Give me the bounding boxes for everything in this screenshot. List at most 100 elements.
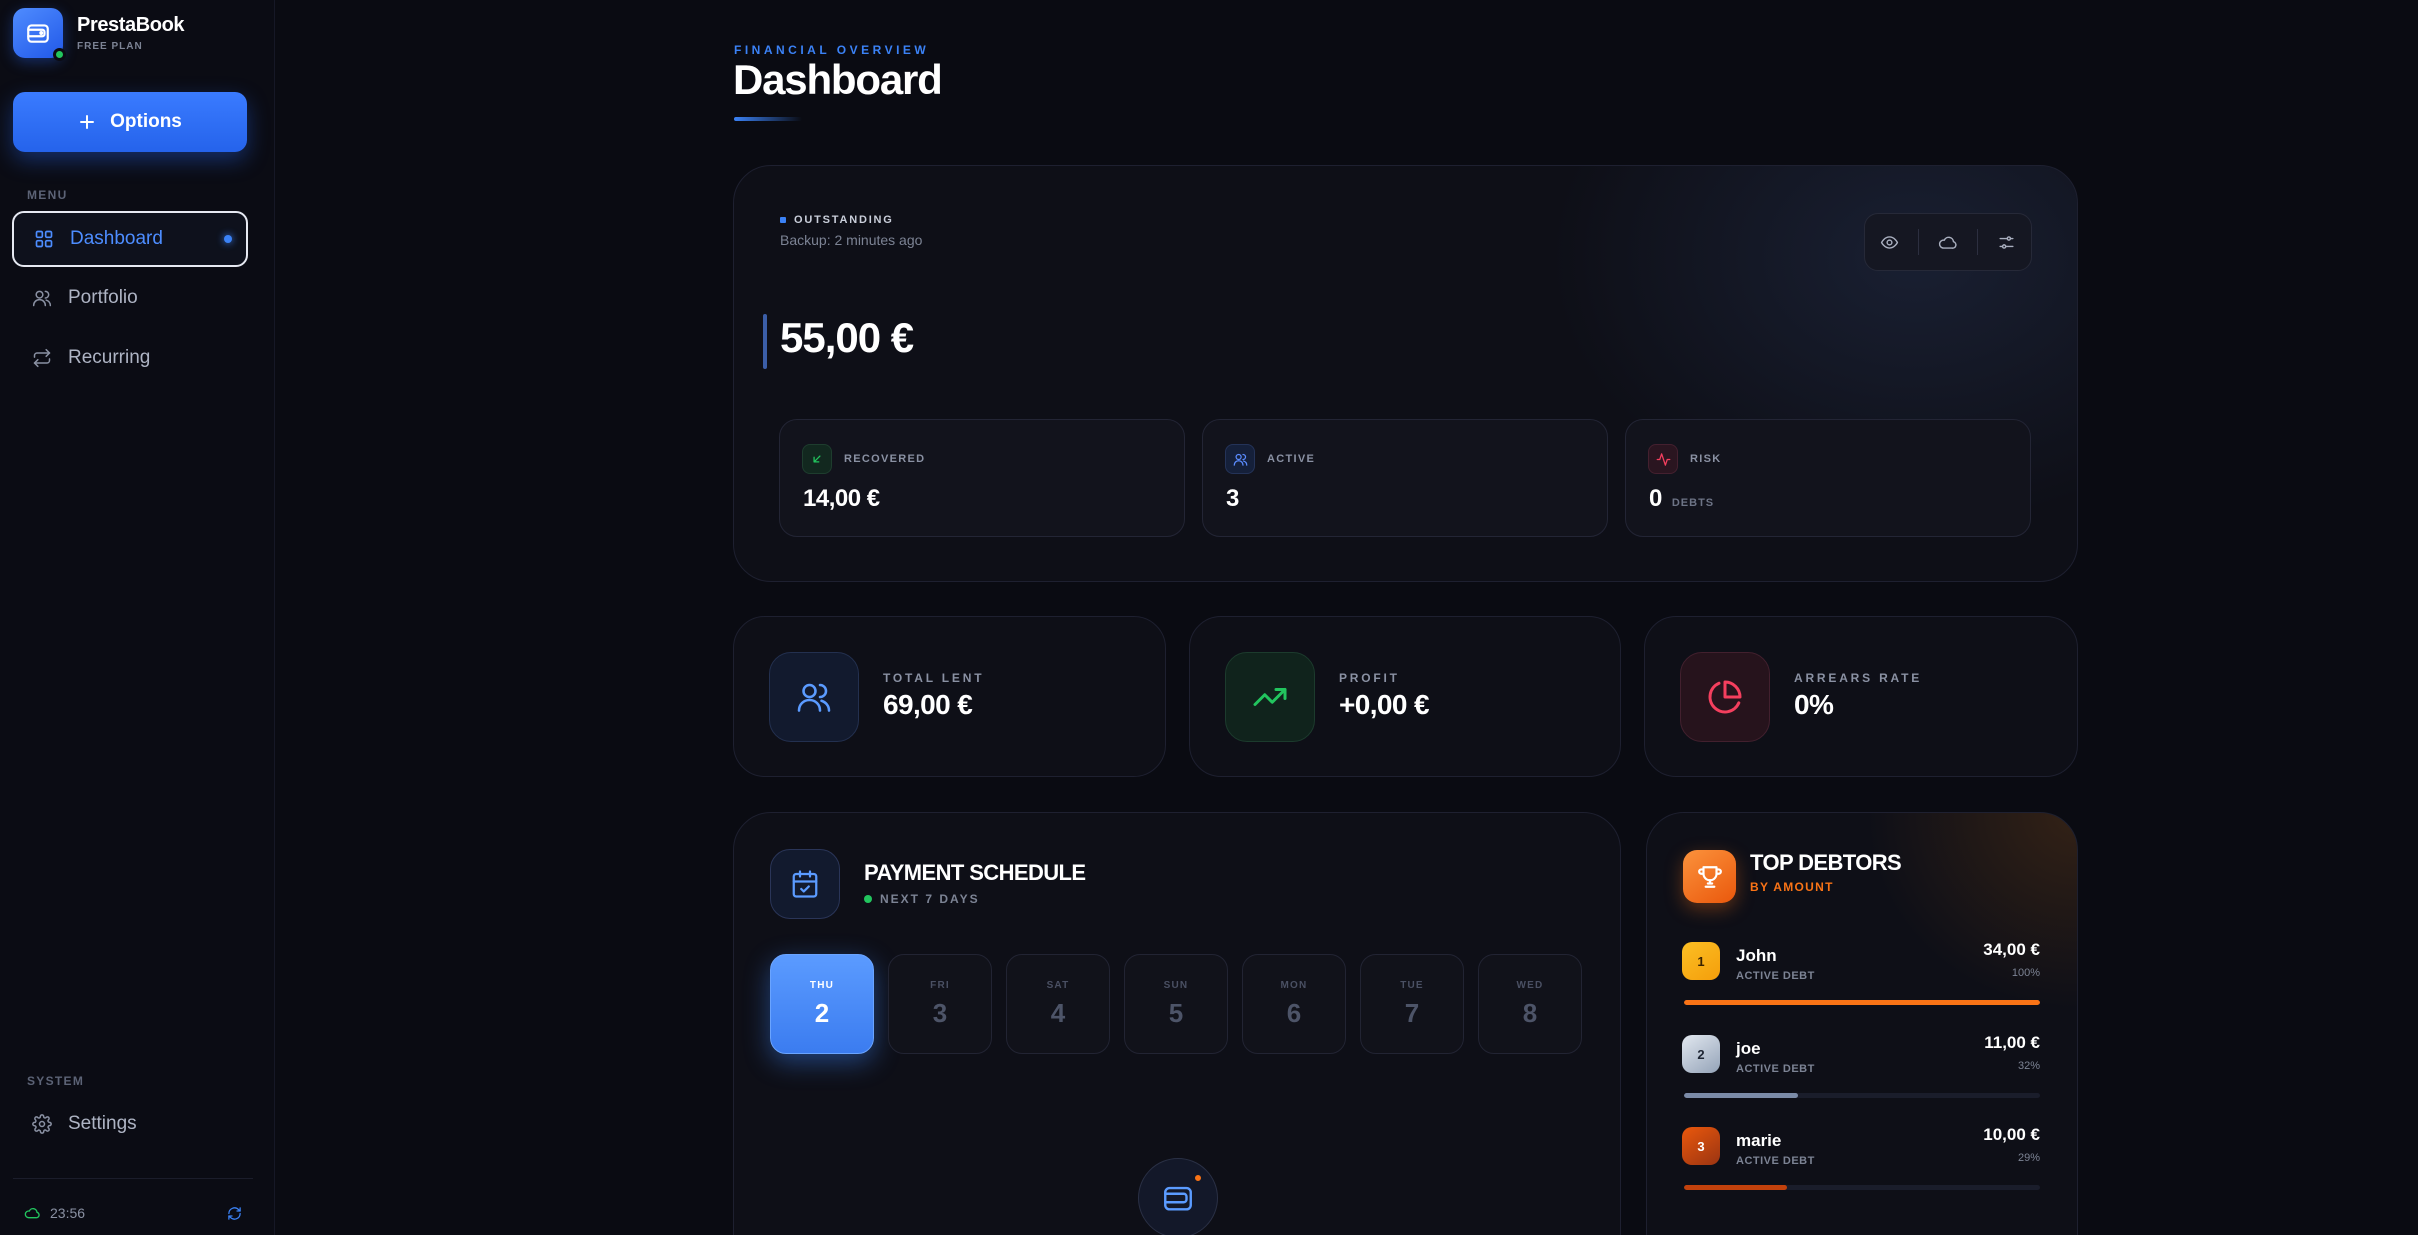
day-tile[interactable]: SAT 4 (1006, 954, 1110, 1054)
stat-label: ARREARS RATE (1794, 671, 1923, 685)
outstanding-amount: 55,00 € (780, 314, 914, 361)
sidebar-item-label: Recurring (68, 347, 151, 368)
system-section-label: SYSTEM (27, 1074, 85, 1088)
rank-badge: 3 (1682, 1127, 1720, 1165)
sliders-icon[interactable] (1987, 222, 2027, 262)
active-value: 3 (1226, 485, 1239, 512)
trophy-icon (1683, 850, 1736, 903)
outstanding-toolbar (1864, 213, 2032, 271)
day-tile[interactable]: THU 2 (770, 954, 874, 1054)
outstanding-card: OUTSTANDING Backup: 2 minutes ago 55,00 … (733, 165, 2078, 582)
debtor-row[interactable]: 3 marie ACTIVE DEBT 10,00 € 29% (1682, 1125, 2040, 1207)
debtor-name: marie (1736, 1131, 1782, 1150)
backup-status: Backup: 2 minutes ago (780, 232, 923, 248)
outstanding-label: OUTSTANDING (780, 214, 894, 226)
options-button-label: Options (110, 111, 182, 132)
grid-icon (34, 229, 54, 249)
sidebar-item-label: Portfolio (68, 287, 138, 308)
recovered-value: 14,00 € (803, 485, 880, 512)
rank-badge: 2 (1682, 1035, 1720, 1073)
stat-label: PROFIT (1339, 671, 1400, 685)
cloud-icon (24, 1205, 40, 1221)
risk-label: RISK (1690, 453, 1722, 465)
sidebar-item-dashboard[interactable]: Dashboard (12, 211, 248, 267)
activity-icon (1648, 444, 1678, 474)
pie-chart-icon (1680, 652, 1770, 742)
active-indicator-dot (224, 235, 232, 243)
wallet-logo-icon (13, 8, 66, 61)
debtor-amount: 11,00 € (1984, 1033, 2040, 1052)
debtor-status: ACTIVE DEBT (1736, 970, 1815, 982)
day-tile[interactable]: MON 6 (1242, 954, 1346, 1054)
debtor-percent: 32% (2017, 1060, 2040, 1072)
rank-badge: 1 (1682, 942, 1720, 980)
debtors-title: TOP DEBTORS (1750, 850, 1902, 875)
options-button[interactable]: Options (13, 92, 247, 152)
schedule-subtitle: NEXT 7 DAYS (864, 892, 980, 906)
cloud-icon[interactable] (1928, 222, 1968, 262)
sync-time: 23:56 (50, 1205, 86, 1221)
active-label: ACTIVE (1267, 453, 1316, 465)
day-tile[interactable]: SUN 5 (1124, 954, 1228, 1054)
repeat-icon (32, 348, 52, 368)
active-tile: ACTIVE 3 (1202, 419, 1608, 537)
stat-label: TOTAL LENT (883, 671, 985, 685)
debtor-name: joe (1736, 1039, 1761, 1058)
top-debtors-card: TOP DEBTORS BY AMOUNT 1 John ACTIVE DEBT… (1646, 812, 2078, 1235)
online-status-dot (53, 48, 66, 61)
sidebar-item-portfolio[interactable]: Portfolio (12, 270, 248, 326)
users-icon (1225, 444, 1255, 474)
brand[interactable]: PrestaBook FREE PLAN (13, 8, 185, 61)
sidebar-item-recurring[interactable]: Recurring (12, 330, 248, 386)
debtor-progress-fill (1684, 1185, 1788, 1190)
risk-value: 0 DEBTS (1649, 485, 1715, 512)
payment-schedule-card: PAYMENT SCHEDULE NEXT 7 DAYS THU 2 FRI 3 S… (733, 812, 1621, 1235)
wallet-icon (1138, 1158, 1218, 1235)
debtor-status: ACTIVE DEBT (1736, 1063, 1815, 1075)
sidebar-footer-divider (13, 1178, 253, 1179)
eye-icon[interactable] (1869, 222, 1909, 262)
arrow-down-left-icon (802, 444, 832, 474)
debtors-subtitle: BY AMOUNT (1750, 880, 1834, 894)
debtor-percent: 100% (2011, 967, 2040, 979)
menu-section-label: MENU (27, 188, 68, 202)
brand-name: PrestaBook (77, 14, 185, 36)
debtor-name: John (1736, 946, 1777, 965)
profit-card: PROFIT +0,00 € (1189, 616, 1621, 777)
stat-value: 69,00 € (883, 689, 973, 720)
brand-plan: FREE PLAN (77, 41, 143, 52)
stat-value: 0% (1794, 689, 1834, 720)
sync-status-row: 23:56 (24, 1205, 242, 1221)
arrears-rate-card: ARREARS RATE 0% (1644, 616, 2078, 777)
debtor-progress-track (1684, 1000, 2040, 1005)
notification-badge (1193, 1173, 1203, 1183)
title-underline (734, 117, 802, 121)
sidebar-item-settings[interactable]: Settings (12, 1096, 248, 1152)
debtor-amount: 10,00 € (1983, 1125, 2040, 1144)
debtor-row[interactable]: 2 joe ACTIVE DEBT 11,00 € 32% (1682, 1033, 2040, 1115)
page-eyebrow: FINANCIAL OVERVIEW (734, 43, 930, 57)
debtor-progress-fill (1684, 1093, 1798, 1098)
debtor-percent: 29% (2017, 1152, 2040, 1164)
day-tile[interactable]: WED 8 (1478, 954, 1582, 1054)
debtor-progress-track (1684, 1185, 2040, 1190)
plus-icon (78, 113, 96, 131)
risk-tile: RISK 0 DEBTS (1625, 419, 2031, 537)
refresh-icon[interactable] (227, 1206, 242, 1221)
debtor-progress-track (1684, 1093, 2040, 1098)
debtor-row[interactable]: 1 John ACTIVE DEBT 34,00 € 100% (1682, 940, 2040, 1022)
gear-icon (32, 1114, 52, 1134)
amount-accent-bar (763, 314, 767, 369)
schedule-title: PAYMENT SCHEDULE (864, 860, 1086, 885)
debtor-amount: 34,00 € (1983, 940, 2040, 959)
users-icon (769, 652, 859, 742)
page-title: Dashboard (733, 56, 943, 103)
stat-value: +0,00 € (1339, 689, 1430, 720)
day-tile[interactable]: TUE 7 (1360, 954, 1464, 1054)
recovered-tile: RECOVERED 14,00 € (779, 419, 1185, 537)
users-icon (32, 288, 52, 308)
sidebar: PrestaBook FREE PLAN Options MENU Dashbo… (0, 0, 275, 1235)
day-tile[interactable]: FRI 3 (888, 954, 992, 1054)
total-lent-card: TOTAL LENT 69,00 € (733, 616, 1166, 777)
recovered-label: RECOVERED (844, 453, 926, 465)
